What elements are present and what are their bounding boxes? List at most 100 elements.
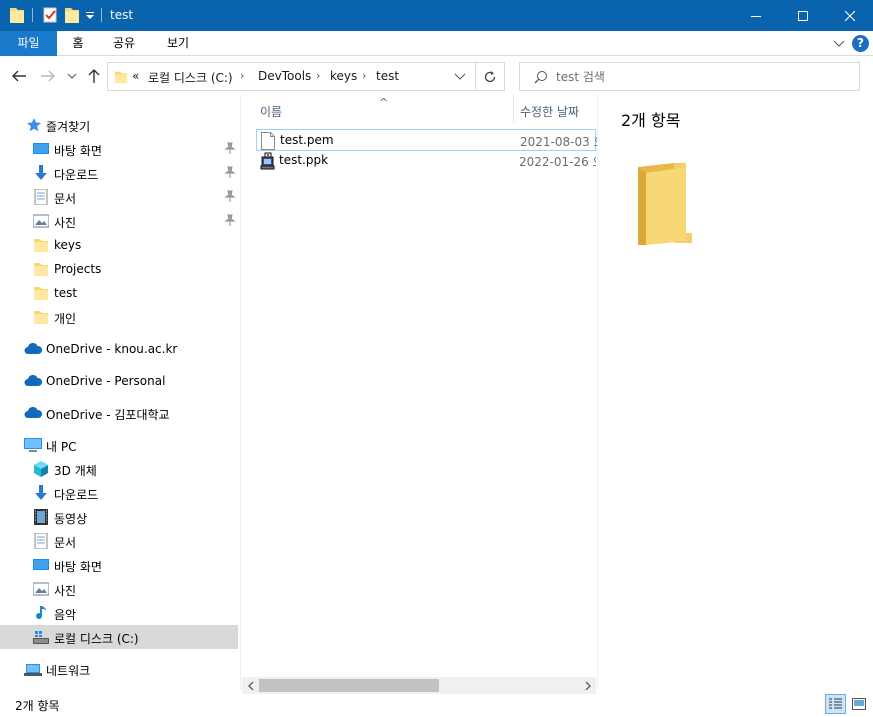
file-date: 2021-08-03 오 xyxy=(520,135,597,149)
maximize-button[interactable] xyxy=(780,0,826,31)
nav-onedrive-personal[interactable]: OneDrive - Personal xyxy=(0,369,238,393)
file-date: 2022-01-26 오 xyxy=(519,155,596,169)
file-name: test.ppk xyxy=(279,153,329,167)
forward-arrow-icon[interactable] xyxy=(39,67,57,85)
pane-splitter[interactable] xyxy=(240,95,241,690)
search-input[interactable] xyxy=(556,67,846,86)
nav-label: 사진 xyxy=(54,584,77,598)
column-header-date[interactable]: 수정한 날짜 xyxy=(514,95,596,123)
large-icons-view-button[interactable] xyxy=(848,694,869,714)
item-count: 2개 항목 xyxy=(15,699,60,713)
nav-label: 즐겨찾기 xyxy=(46,120,91,134)
breadcrumb-devtools[interactable]: DevTools xyxy=(258,69,311,83)
address-bar[interactable]: « 로컬 디스크 (C:) › DevTools › keys › test xyxy=(107,62,476,91)
title-bar: test xyxy=(0,0,873,31)
nav-item-pc-desktop[interactable]: 바탕 화면 xyxy=(0,553,238,577)
nav-label: 개인 xyxy=(54,312,77,326)
tab-share[interactable]: 공유 xyxy=(110,31,138,56)
breadcrumb-keys[interactable]: keys xyxy=(330,69,357,83)
folder-icon xyxy=(33,285,49,301)
minimize-button[interactable] xyxy=(733,0,779,31)
navigation-pane: 즐겨찾기 바탕 화면 다운로드 문서 사진 keys Projects test… xyxy=(0,95,240,690)
film-icon xyxy=(33,509,49,525)
cloud-icon xyxy=(24,341,43,357)
breadcrumb-overflow[interactable]: « xyxy=(132,69,139,83)
putty-key-icon xyxy=(260,152,276,170)
nav-item-pc-pictures[interactable]: 사진 xyxy=(0,577,238,601)
search-box[interactable] xyxy=(519,62,860,91)
nav-item-pictures[interactable]: 사진 xyxy=(0,209,238,233)
download-arrow-icon xyxy=(33,485,49,501)
nav-label: 바탕 화면 xyxy=(54,144,102,158)
nav-onedrive-gimpo[interactable]: OneDrive - 김포대학교 xyxy=(0,401,238,425)
nav-item-pc-documents[interactable]: 문서 xyxy=(0,529,238,553)
document-icon xyxy=(33,188,49,206)
nav-label: 다운로드 xyxy=(54,488,99,502)
chevron-down-icon[interactable] xyxy=(66,69,78,83)
nav-item-videos[interactable]: 동영상 xyxy=(0,505,238,529)
breadcrumb-test[interactable]: test xyxy=(376,69,399,83)
chevron-down-icon[interactable] xyxy=(453,71,467,83)
nav-item-desktop[interactable]: 바탕 화면 xyxy=(0,137,238,161)
nav-item-local-disk[interactable]: 로컬 디스크 (C:) xyxy=(0,625,238,649)
desktop-icon xyxy=(33,557,49,573)
customize-toolbar-icon[interactable] xyxy=(85,6,95,24)
properties-icon[interactable] xyxy=(42,6,58,24)
nav-this-pc[interactable]: 내 PC xyxy=(0,433,238,457)
nav-quick-access[interactable]: 즐겨찾기 xyxy=(0,113,238,137)
download-arrow-icon xyxy=(33,165,49,181)
column-header-name[interactable]: 이름 xyxy=(242,95,513,123)
details-view-button[interactable] xyxy=(825,694,846,714)
picture-icon xyxy=(32,581,50,597)
file-name: test.pem xyxy=(280,133,334,147)
column-label: 이름 xyxy=(260,105,283,119)
folder-icon xyxy=(114,70,128,87)
nav-label: 내 PC xyxy=(46,440,77,454)
nav-label: test xyxy=(54,286,78,300)
tab-file[interactable]: 파일 xyxy=(0,31,57,56)
nav-onedrive-knou[interactable]: OneDrive - knou.ac.kr xyxy=(0,337,238,361)
pin-icon[interactable] xyxy=(224,214,236,227)
drive-icon xyxy=(33,629,49,645)
nav-label: keys xyxy=(54,238,82,252)
details-view-icon xyxy=(829,698,842,709)
breadcrumb-local-disk[interactable]: 로컬 디스크 (C:) xyxy=(148,69,233,86)
nav-item-downloads[interactable]: 다운로드 xyxy=(0,161,238,185)
scrollbar-thumb[interactable] xyxy=(259,679,439,692)
folder-icon xyxy=(33,261,49,277)
nav-label: 문서 xyxy=(54,536,77,550)
nav-label: OneDrive - Personal xyxy=(46,374,166,388)
nav-item-pc-downloads[interactable]: 다운로드 xyxy=(0,481,238,505)
nav-item-keys[interactable]: keys xyxy=(0,233,238,257)
nav-item-personal[interactable]: 개인 xyxy=(0,305,238,329)
file-row[interactable]: test.ppk 2022-01-26 오 xyxy=(256,150,596,172)
new-folder-icon[interactable] xyxy=(64,6,80,24)
nav-item-3d-objects[interactable]: 3D 개체 xyxy=(0,457,238,481)
close-button[interactable] xyxy=(827,0,873,31)
chevron-down-icon[interactable] xyxy=(833,37,845,49)
search-icon xyxy=(534,70,548,87)
ribbon-tabs: 파일 홈 공유 보기 ? xyxy=(0,31,873,56)
nav-item-documents[interactable]: 문서 xyxy=(0,185,238,209)
up-arrow-icon[interactable] xyxy=(85,67,103,85)
chevron-right-icon[interactable]: › xyxy=(316,69,320,82)
refresh-button[interactable] xyxy=(476,62,505,91)
help-icon[interactable]: ? xyxy=(852,35,869,52)
pin-icon[interactable] xyxy=(224,142,236,155)
chevron-right-icon[interactable]: › xyxy=(240,69,244,82)
nav-item-projects[interactable]: Projects xyxy=(0,257,238,281)
pin-icon[interactable] xyxy=(224,190,236,203)
nav-item-music[interactable]: 음악 xyxy=(0,601,238,625)
file-row[interactable]: test.pem 2021-08-03 오 xyxy=(256,129,597,151)
pin-icon[interactable] xyxy=(224,166,236,179)
chevron-right-icon[interactable]: › xyxy=(362,69,366,82)
back-arrow-icon[interactable] xyxy=(10,67,28,85)
nav-label: 음악 xyxy=(54,608,77,622)
nav-network[interactable]: 네트워크 xyxy=(0,657,238,681)
tab-home[interactable]: 홈 xyxy=(70,31,86,56)
nav-item-test[interactable]: test xyxy=(0,281,238,305)
nav-label: 동영상 xyxy=(54,512,88,526)
picture-icon xyxy=(32,213,50,229)
tab-view[interactable]: 보기 xyxy=(164,31,192,56)
blank-file-icon xyxy=(261,132,277,150)
